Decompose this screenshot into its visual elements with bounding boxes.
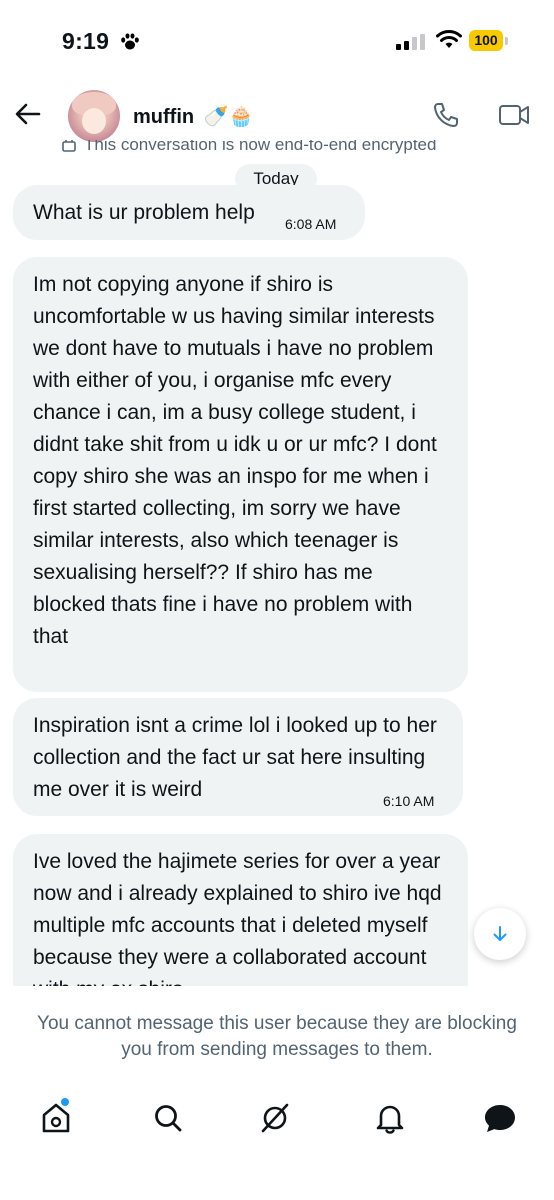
search-icon bbox=[155, 1105, 182, 1132]
lock-icon bbox=[62, 140, 76, 152]
encryption-notice-text: This conversation is now end-to-end encr… bbox=[84, 140, 437, 154]
conversation-header: muffin 🍼🧁 bbox=[0, 84, 554, 146]
message-bubble[interactable]: Im not copying anyone if shiro is uncomf… bbox=[13, 257, 468, 692]
message-bubble[interactable]: Ive loved the hajimete series for over a… bbox=[13, 834, 468, 986]
paw-icon bbox=[121, 33, 139, 50]
message-bubble[interactable]: Inspiration isnt a crime lol i looked up… bbox=[13, 698, 463, 816]
home-indicator bbox=[0, 1176, 554, 1200]
message-text: What is ur problem help bbox=[33, 201, 255, 224]
message-text: Im not copying anyone if shiro is uncomf… bbox=[33, 273, 437, 648]
message-timestamp: 6:10 AM bbox=[383, 793, 435, 809]
avatar-face bbox=[82, 108, 106, 134]
status-time: 9:19 bbox=[62, 28, 110, 54]
tab-messages[interactable] bbox=[480, 1098, 520, 1138]
phone-icon[interactable] bbox=[432, 101, 460, 129]
grok-icon bbox=[261, 1103, 289, 1133]
video-icon[interactable] bbox=[498, 102, 530, 128]
home-icon bbox=[42, 1103, 70, 1133]
message-bubble[interactable]: What is ur problem help 6:08 AM bbox=[13, 185, 365, 240]
status-bar: 9:19 100 bbox=[0, 0, 554, 80]
message-text: Ive loved the hajimete series for over a… bbox=[33, 850, 442, 986]
message-text: Inspiration isnt a crime lol i looked up… bbox=[33, 714, 437, 801]
tab-search[interactable] bbox=[148, 1098, 188, 1138]
battery-cap bbox=[505, 37, 508, 45]
messages-icon bbox=[485, 1105, 515, 1132]
blocked-notice: You cannot message this user because the… bbox=[37, 1013, 517, 1060]
username-text: muffin bbox=[133, 106, 195, 128]
wifi-icon bbox=[436, 30, 462, 48]
tab-home[interactable] bbox=[36, 1098, 76, 1138]
cellular-signal-icon bbox=[396, 34, 425, 50]
arrow-down-icon bbox=[493, 926, 507, 941]
message-timestamp: 6:08 AM bbox=[285, 216, 337, 232]
back-arrow-icon[interactable] bbox=[14, 100, 42, 128]
username-emoji: 🍼🧁 bbox=[203, 106, 254, 128]
notification-dot bbox=[61, 1098, 69, 1106]
bell-icon bbox=[376, 1105, 404, 1134]
avatar[interactable] bbox=[68, 90, 120, 142]
battery-indicator: 100 bbox=[469, 30, 503, 51]
bottom-navigation bbox=[0, 1086, 554, 1150]
conversation-username[interactable]: muffin 🍼🧁 bbox=[133, 104, 253, 129]
encryption-notice: This conversation is now end-to-end encr… bbox=[62, 140, 436, 155]
scroll-to-bottom-button[interactable] bbox=[474, 908, 526, 960]
tab-notifications[interactable] bbox=[370, 1098, 410, 1138]
message-thread[interactable]: This conversation is now end-to-end encr… bbox=[0, 140, 554, 986]
tab-grok[interactable] bbox=[255, 1098, 295, 1138]
